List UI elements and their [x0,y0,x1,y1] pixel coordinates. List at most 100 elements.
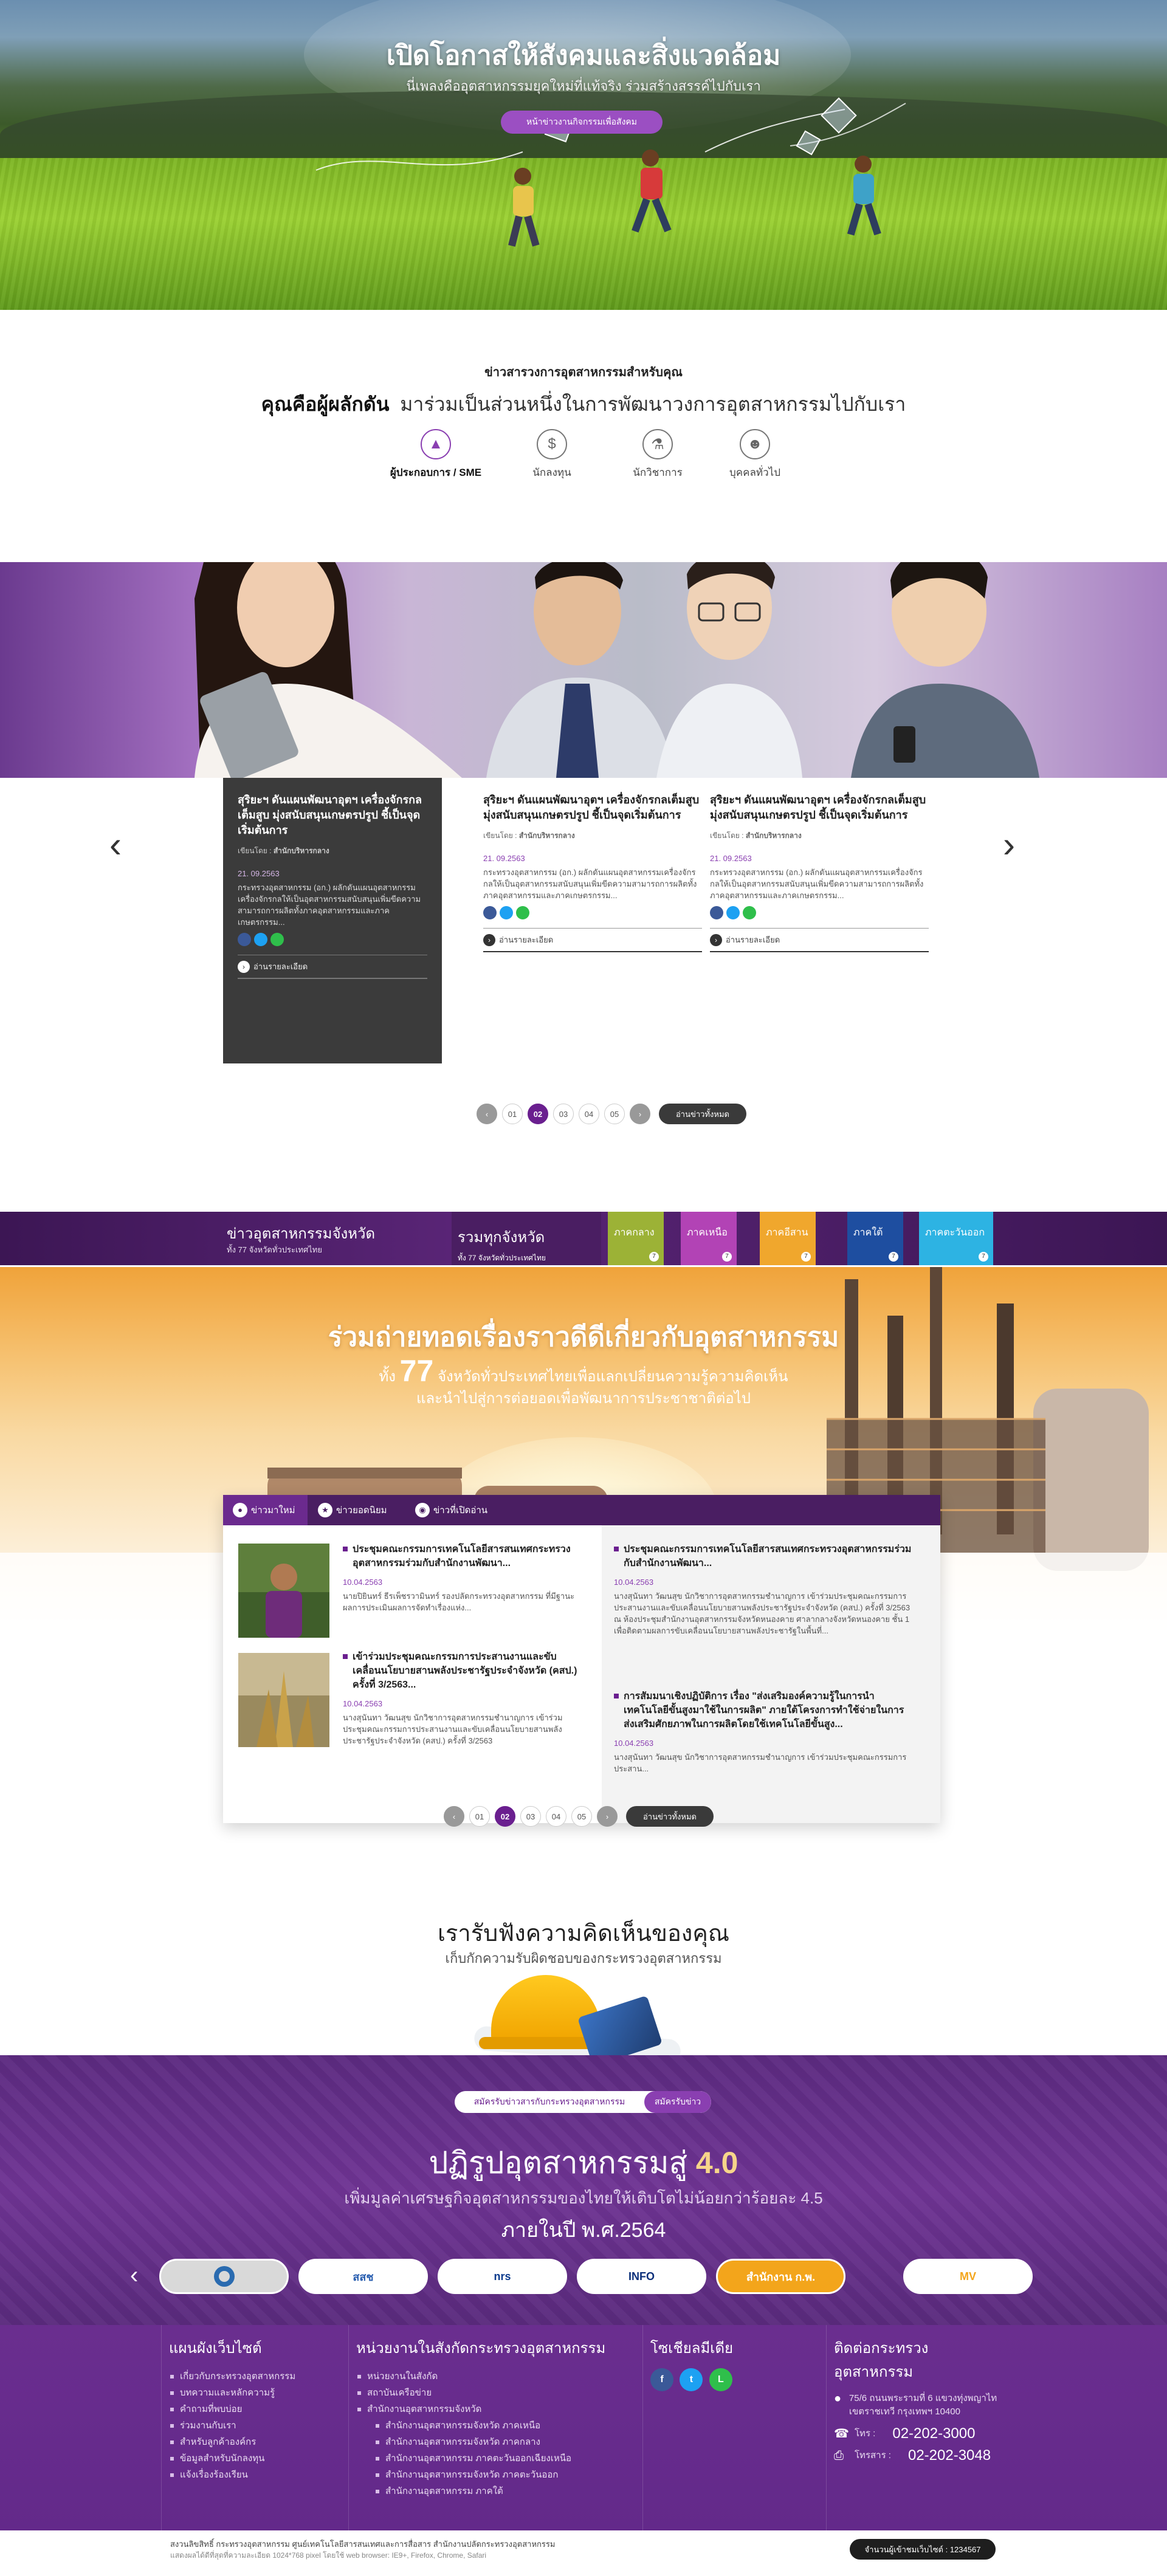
prev-page-button[interactable]: ‹ [477,1104,497,1124]
footer-sublink[interactable]: สำนักงานอุตสาหกรรม ภาคใต้ [374,2483,636,2499]
footer-link[interactable]: สำหรับลูกค้าองค์กร [169,2434,342,2450]
news-prev-arrow[interactable]: ‹ [109,826,122,863]
audience-tab-investor[interactable]: $ นักลงทุน [497,429,607,481]
footer-sublink[interactable]: สำนักงานอุตสาหกรรมจังหวัด ภาคเหนือ [374,2417,636,2434]
tab-label: ข่าวยอดนิยม [336,1505,387,1516]
regional-box-tabs: ● ข่าวมาใหม่ ★ ข่าวยอดนิยม ◉ ข่าวที่เปิดอ่า… [223,1495,940,1525]
footer-link[interactable]: บทความและหลักความรู้ [169,2385,342,2401]
logo-mv[interactable]: MV [903,2259,1033,2294]
next-page-button[interactable]: › [597,1806,618,1827]
twitter-icon[interactable]: t [680,2368,703,2391]
news-card[interactable]: สุริยะฯ ดันแผนพัฒนาอุตฯ เครื่องจักรกลเต็… [223,778,442,1063]
footer-sublink[interactable]: สำนักงานอุตสาหกรรมจังหวัด ภาคตะวันออก [374,2467,636,2483]
news-item-title[interactable]: ประชุมคณะกรรมการเทคโนโลยีสารสนเทศกระทรวง… [614,1542,912,1570]
news-item-title[interactable]: ประชุมคณะกรรมการเทคโนโลยีสารสนเทศกระทรวง… [343,1542,580,1570]
regional-hero-number: 77 [399,1354,434,1388]
fax-number: 02-202-3048 [907,2447,991,2464]
newsletter-subscribe-button[interactable]: สมัครรับข่าว [644,2091,711,2113]
phone-number[interactable]: 02-202-3000 [892,2427,975,2441]
news-card-title[interactable]: สุริยะฯ ดันแผนพัฒนาอุตฯ เครื่องจักรกลเต็… [483,792,702,823]
region-tab-all[interactable]: รวมทุกจังหวัด ทั้ง 77 จังหวัดทั่วประเทศไ… [452,1212,601,1265]
audience-tab-academic[interactable]: ⚗ นักวิชาการ [603,429,712,481]
facebook-icon[interactable]: f [650,2368,673,2391]
regional-news-item[interactable]: การสัมมนาเชิงปฏิบัติการ เรื่อง "ส่งเสริม… [614,1689,912,1774]
regional-news-item[interactable]: ประชุมคณะกรรมการเทคโนโลยีสารสนเทศกระทรวง… [614,1542,912,1637]
region-tab-south[interactable]: ภาคใต้ 7 [847,1212,903,1265]
footer-link[interactable]: เกี่ยวกับกระทรวงอุตสาหกรรม [169,2368,342,2385]
next-page-button[interactable]: › [630,1104,650,1124]
read-more-link[interactable]: › อ่านรายละเอียด [710,928,929,952]
twitter-icon[interactable] [500,906,513,919]
news-item-body: นายปิยินทร์ ธีรเพ็ชรวามินทร์ รองปลัดกระท… [343,1592,575,1612]
line-icon[interactable] [516,906,529,919]
page-button-current[interactable]: 02 [495,1806,515,1827]
line-icon[interactable] [270,933,284,946]
footer-link[interactable]: สถาบันเครือข่าย [356,2385,636,2401]
line-icon[interactable] [743,906,756,919]
footer-sublink[interactable]: สำนักงานอุตสาหกรรม ภาคตะวันออกเฉียงเหนือ [374,2450,636,2467]
region-tab-count: 7 [801,1252,811,1262]
page-button[interactable]: 04 [546,1806,566,1827]
news-card[interactable]: สุริยะฯ ดันแผนพัฒนาอุตฯ เครื่องจักรกลเต็… [710,778,929,967]
audience-tab-general[interactable]: ☻ บุคคลทั่วไป [700,429,810,481]
facebook-icon[interactable] [710,906,723,919]
footer-link[interactable]: ข้อมูลสำหรับนักลงทุน [169,2450,342,2467]
news-card-title[interactable]: สุริยะฯ ดันแผนพัฒนาอุตฯ เครื่องจักรกลเต็… [238,792,427,838]
page-button[interactable]: 05 [604,1104,625,1124]
news-next-arrow[interactable]: › [1003,826,1015,863]
logo-sso[interactable]: สสช [298,2259,428,2294]
read-more-label: อ่านรายละเอียด [253,962,308,971]
page-button[interactable]: 03 [520,1806,541,1827]
footer-sublink[interactable]: สำนักงานอุตสาหกรรมจังหวัด ภาคกลาง [374,2434,636,2450]
regional-news-item[interactable]: ประชุมคณะกรรมการเทคโนโลยีสารสนเทศกระทรวง… [343,1542,580,1613]
logo-ocsc[interactable]: สำนักงาน ก.พ. [716,2259,845,2294]
logo-info[interactable]: INFO [577,2259,706,2294]
news-card-title[interactable]: สุริยะฯ ดันแผนพัฒนาอุตฯ เครื่องจักรกลเต็… [710,792,929,823]
news-thumbnail[interactable] [238,1544,329,1638]
facebook-icon[interactable] [238,933,251,946]
prev-page-button[interactable]: ‹ [444,1806,464,1827]
page-button[interactable]: 05 [571,1806,592,1827]
page-button-current[interactable]: 02 [528,1104,548,1124]
hero-csr-button[interactable]: หน้าข่าวงานกิจกรรมเพื่อสังคม [501,111,663,134]
page-button[interactable]: 04 [579,1104,599,1124]
logos-prev-arrow[interactable]: ‹ [130,2262,138,2289]
footer-social: โซเชียลมีเดีย f t L [642,2325,826,2530]
page-button[interactable]: 03 [553,1104,574,1124]
news-card[interactable]: สุริยะฯ ดันแผนพัฒนาอุตฯ เครื่องจักรกลเต็… [483,778,702,967]
page-button[interactable]: 01 [502,1104,523,1124]
tab-latest[interactable]: ● ข่าวมาใหม่ [223,1495,308,1525]
all-news-button[interactable]: อ่านข่าวทั้งหมด [659,1104,746,1124]
tab-most-read[interactable]: ◉ ข่าวที่เปิดอ่าน [405,1495,500,1525]
footer-link[interactable]: แจ้งเรื่องร้องเรียน [169,2467,342,2483]
region-tab-east[interactable]: ภาคตะวันออก 7 [919,1212,993,1265]
news-item-title[interactable]: เข้าร่วมประชุมคณะกรรมการประสานงานและขับเ… [343,1650,580,1692]
all-regional-news-button[interactable]: อ่านข่าวทั้งหมด [626,1806,714,1827]
read-more-link[interactable]: › อ่านรายละเอียด [238,955,427,979]
news-item-title[interactable]: การสัมมนาเชิงปฏิบัติการ เรื่อง "ส่งเสริม… [614,1689,912,1731]
twitter-icon[interactable] [254,933,267,946]
region-tab-northeast[interactable]: ภาคอีสาน 7 [760,1212,816,1265]
newsletter-text[interactable]: สมัครรับข่าวสารกับกระทรวงอุตสาหกรรม [455,2091,644,2113]
logo-ministry[interactable] [159,2259,289,2294]
fax-label: โทรสาร : [855,2450,891,2461]
line-icon[interactable]: L [709,2368,732,2391]
logo-nrs[interactable]: nrs [438,2259,567,2294]
fax-icon: ⎙ [834,2449,844,2462]
footer-link[interactable]: หน่วยงานในสังกัด [356,2368,636,2385]
news-thumbnail[interactable] [238,1653,329,1747]
twitter-icon[interactable] [726,906,740,919]
region-tab-north[interactable]: ภาคเหนือ 7 [681,1212,737,1265]
tab-popular[interactable]: ★ ข่าวยอดนิยม [308,1495,399,1525]
news-pagination: ‹ 01 02 03 04 05 › อ่านข่าวทั้งหมด [477,1104,746,1124]
region-tab-central[interactable]: ภาคกลาง 7 [608,1212,664,1265]
footer-link[interactable]: คำถามที่พบบ่อย [169,2401,342,2417]
footer-link[interactable]: สำนักงานอุตสาหกรรมจังหวัด [356,2401,636,2417]
read-more-link[interactable]: › อ่านรายละเอียด [483,928,702,952]
regional-news-item[interactable]: เข้าร่วมประชุมคณะกรรมการประสานงานและขับเ… [343,1650,580,1747]
facebook-icon[interactable] [483,906,497,919]
footer-link[interactable]: ร่วมงานกับเรา [169,2417,342,2434]
logos-next-arrow[interactable]: › [1004,2262,1012,2289]
audience-tab-sme[interactable]: ▲ ผู้ประกอบการ / SME [381,429,491,481]
page-button[interactable]: 01 [469,1806,490,1827]
